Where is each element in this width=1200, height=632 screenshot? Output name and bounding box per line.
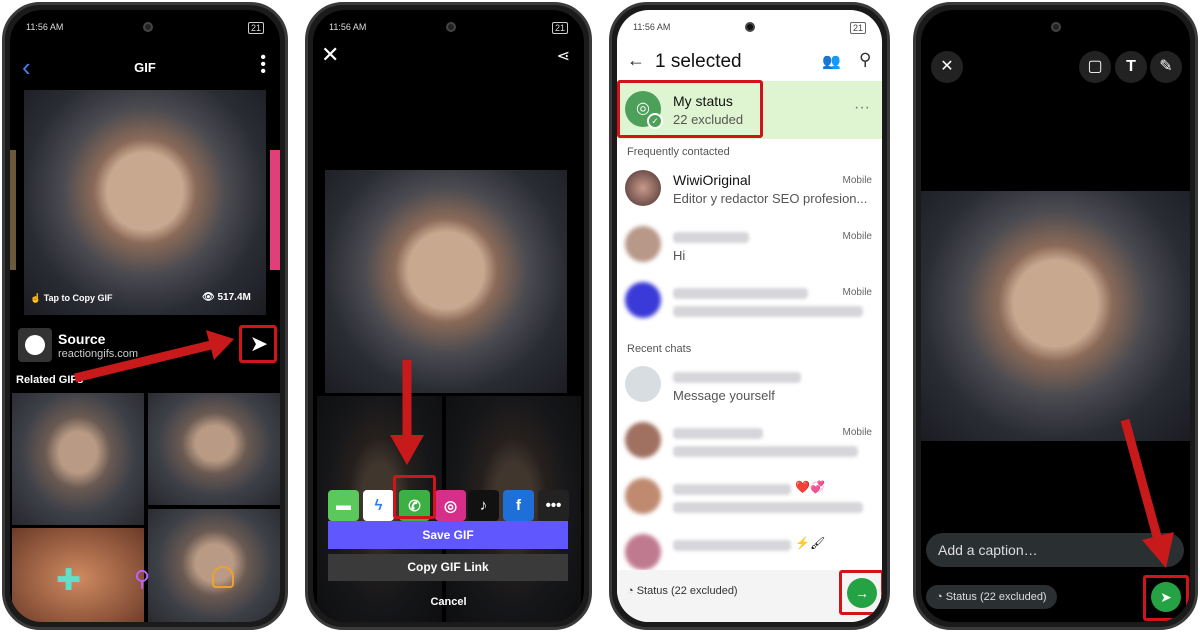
related-gif[interactable]: [148, 509, 280, 622]
instagram-app-icon[interactable]: ◎: [435, 490, 466, 521]
blurred-sub: [673, 306, 863, 317]
avatar: [625, 478, 661, 514]
camera: [1051, 22, 1061, 32]
contact-sub: Message yourself: [673, 388, 775, 403]
copy-link-button[interactable]: Copy GIF Link: [328, 554, 568, 581]
related-gif[interactable]: [12, 393, 144, 525]
contact-tag: Mobile: [842, 231, 872, 242]
sticker-button[interactable]: ▢: [1079, 51, 1111, 83]
more-icon[interactable]: ···: [854, 99, 870, 117]
blurred-name: [673, 288, 808, 299]
blurred-name: [673, 484, 791, 495]
highlight-box: [839, 570, 882, 615]
search-icon[interactable]: ⚲: [859, 50, 871, 70]
header-title: 1 selected: [655, 51, 742, 72]
avatar: [625, 226, 661, 262]
messages-app-icon[interactable]: ▬: [328, 490, 359, 521]
save-gif-button[interactable]: Save GIF: [328, 521, 568, 549]
screen: 11:56 AM 21 ← 1 selected 👥 ⚲ ◎ ✓ My statu…: [617, 10, 882, 622]
section-frequent: Frequently contacted: [627, 146, 730, 158]
section-recent: Recent chats: [627, 343, 692, 355]
blurred-name: [673, 540, 791, 551]
blurred-name: [673, 428, 763, 439]
red-arrow: [390, 360, 424, 465]
camera: [745, 22, 755, 32]
blurred-sub: [673, 502, 863, 513]
search-icon[interactable]: ⚲: [134, 566, 150, 592]
blurred-name: [673, 232, 749, 243]
avatar: [625, 366, 661, 402]
contact-emoji: ❤️💞: [795, 480, 825, 494]
back-arrow-icon[interactable]: ←: [627, 50, 645, 71]
blurred-sub: [673, 446, 858, 457]
contact-tag: Mobile: [842, 175, 872, 186]
facebook-app-icon[interactable]: f: [503, 490, 534, 521]
create-icon[interactable]: ✚: [56, 563, 81, 598]
related-gif[interactable]: [148, 393, 280, 505]
cancel-button[interactable]: Cancel: [313, 596, 584, 608]
highlight-box: [1143, 575, 1189, 621]
profile-icon[interactable]: [212, 566, 234, 588]
contact-sub: Editor y redactor SEO profesion...: [673, 191, 868, 206]
status-audience-chip[interactable]: ◔ Status (22 excluded): [926, 585, 1057, 609]
contact-sub: Hi: [673, 248, 686, 263]
text-button[interactable]: T: [1115, 51, 1147, 83]
contact-tag: Mobile: [842, 287, 872, 298]
highlight-box: [393, 475, 436, 519]
avatar: [625, 282, 661, 318]
status-footer-label[interactable]: ◔ Status (22 excluded): [627, 585, 738, 597]
red-arrow: [73, 330, 234, 383]
messenger-app-icon[interactable]: ϟ: [363, 490, 394, 521]
avatar: [625, 422, 661, 458]
more-apps-icon[interactable]: •••: [538, 490, 569, 521]
contact-tag: Mobile: [842, 427, 872, 438]
highlight-box: [617, 80, 763, 138]
blurred-name: [673, 372, 801, 383]
tiktok-app-icon[interactable]: ♪: [468, 490, 499, 521]
red-arrow: [1120, 418, 1174, 568]
close-button[interactable]: ✕: [931, 51, 963, 83]
contact-name: WiwiOriginal: [673, 172, 751, 188]
contact-emoji: ⚡🖌: [795, 536, 826, 550]
phone-whatsapp-picker: 11:56 AM 21 ← 1 selected 👥 ⚲ ◎ ✓ My statu…: [609, 2, 890, 630]
avatar: [625, 534, 661, 570]
new-group-icon[interactable]: 👥: [822, 52, 841, 70]
draw-button[interactable]: ✎: [1150, 51, 1182, 83]
avatar: [625, 170, 661, 206]
